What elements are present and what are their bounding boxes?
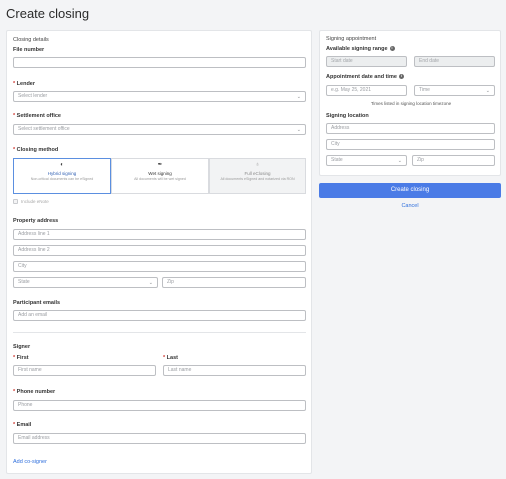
city-input[interactable]: City <box>13 261 306 272</box>
method-desc: All documents will be wet signed <box>134 177 186 181</box>
appointment-datetime-label: Appointment date and time i <box>326 74 404 80</box>
chevron-down-icon: ⌄ <box>485 88 490 94</box>
first-name-label: * First <box>13 355 29 361</box>
signing-range-label: Available signing range i <box>326 46 395 52</box>
property-address-label: Property address <box>13 218 59 224</box>
closing-details-heading: Closing details <box>13 37 49 43</box>
phone-input[interactable]: Phone <box>13 400 306 411</box>
location-city-input[interactable]: City <box>326 139 495 150</box>
cancel-link[interactable]: Cancel <box>319 203 501 209</box>
timezone-note: Times listed in signing location timezon… <box>370 101 452 106</box>
divider <box>13 332 306 333</box>
end-date-input[interactable]: End date <box>414 56 495 67</box>
phone-label: * Phone number <box>13 389 56 395</box>
location-zip-input[interactable]: Zip <box>412 155 495 166</box>
chevron-down-icon: ⌄ <box>397 158 402 164</box>
file-number-input[interactable] <box>13 57 306 68</box>
method-option-hybrid[interactable]: ◐ Hybrid signing Non-critical documents … <box>13 158 111 194</box>
email-label: * Email <box>13 422 32 428</box>
email-input[interactable]: Email address <box>13 433 306 444</box>
method-option-full-eclosing[interactable]: ♁ Full eClosing All documents eSigned an… <box>209 158 306 194</box>
closing-details-card: Closing details File number * Lender Sel… <box>6 30 312 474</box>
signing-appointment-card: Signing appointment Available signing ra… <box>319 30 501 176</box>
method-title: Hybrid signing <box>47 171 77 176</box>
include-enote-row[interactable]: Include eNote <box>13 199 49 204</box>
method-title: Full eClosing <box>244 171 271 176</box>
page-title: Create closing <box>6 6 90 21</box>
address-line1-input[interactable]: Address line 1 <box>13 229 306 240</box>
file-number-label: File number <box>13 47 45 53</box>
required-marker: * <box>13 147 16 153</box>
start-date-input[interactable]: Start date <box>326 56 407 67</box>
participant-emails-label: Participant emails <box>13 300 61 306</box>
method-option-wet[interactable]: ✒ Wet signing All documents will be wet … <box>111 158 209 194</box>
first-name-input[interactable]: First name <box>13 365 156 376</box>
lender-label: * Lender <box>13 81 36 87</box>
include-enote-label: Include eNote <box>21 199 49 204</box>
last-name-label: * Last <box>163 355 178 361</box>
location-address-input[interactable]: Address <box>326 123 495 134</box>
chevron-down-icon: ⌄ <box>296 127 301 133</box>
add-cosigner-link[interactable]: Add co-signer <box>13 459 47 465</box>
settlement-office-label: * Settlement office <box>13 113 61 119</box>
location-state-select[interactable]: State ⌄ <box>326 155 407 166</box>
required-marker: * <box>13 81 16 87</box>
address-line2-input[interactable]: Address line 2 <box>13 245 306 256</box>
signing-location-label: Signing location <box>326 113 369 119</box>
method-title: Wet signing <box>148 171 172 176</box>
last-name-input[interactable]: Last name <box>163 365 306 376</box>
bulb-icon: ♁ <box>255 162 260 168</box>
chevron-down-icon: ⌄ <box>296 94 301 100</box>
state-select[interactable]: State ⌄ <box>13 277 158 288</box>
info-icon: i <box>389 46 395 51</box>
appointment-time-select[interactable]: Time ⌄ <box>414 85 495 96</box>
required-marker: * <box>13 389 16 395</box>
closing-method-label: * Closing method <box>13 147 59 153</box>
hybrid-icon: ◐ <box>60 162 64 168</box>
participant-email-input[interactable]: Add an email <box>13 310 306 321</box>
required-marker: * <box>13 422 16 428</box>
required-marker: * <box>13 113 16 119</box>
appointment-date-input[interactable]: e.g. May 25, 2021 <box>326 85 407 96</box>
method-desc: Non-critical documents can be eSigned <box>30 177 94 181</box>
settlement-office-select[interactable]: Select settlement office ⌄ <box>13 124 306 135</box>
include-enote-checkbox[interactable] <box>13 199 18 204</box>
zip-input[interactable]: Zip <box>162 277 306 288</box>
signer-heading: Signer <box>13 344 31 350</box>
method-desc: All documents eSigned and notarized via … <box>220 177 295 181</box>
required-marker: * <box>163 355 166 361</box>
lender-select[interactable]: Select lender ⌄ <box>13 91 306 102</box>
pen-icon: ✒ <box>157 162 163 168</box>
info-icon: i <box>398 74 404 79</box>
chevron-down-icon: ⌄ <box>148 280 153 286</box>
required-marker: * <box>13 355 16 361</box>
signing-appointment-heading: Signing appointment <box>326 36 377 42</box>
create-closing-button[interactable]: Create closing <box>319 183 501 198</box>
